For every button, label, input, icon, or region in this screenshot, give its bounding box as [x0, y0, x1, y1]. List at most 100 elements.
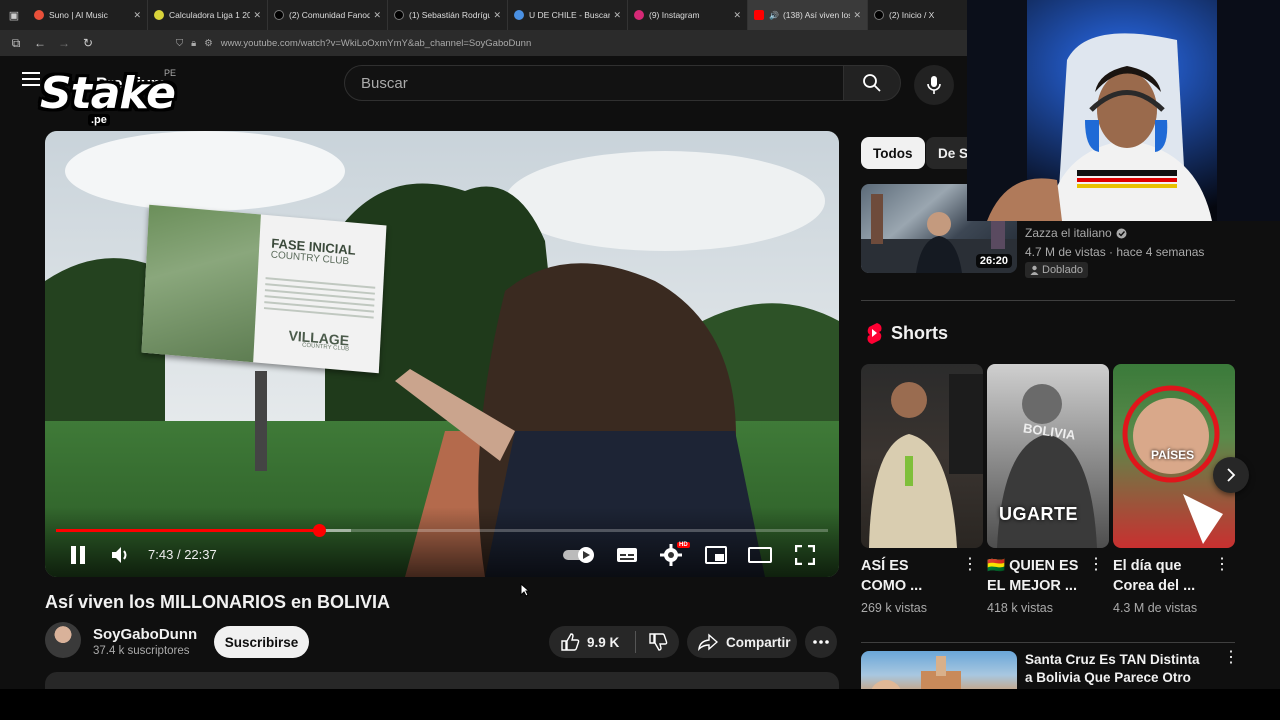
dubbed-icon — [1030, 265, 1039, 275]
lock-icon[interactable]: 🔒︎ — [191, 38, 196, 49]
short-menu-icon[interactable]: ⋮ — [1088, 557, 1104, 582]
share-button[interactable]: Compartir — [687, 626, 797, 658]
shorts-next-button[interactable] — [1213, 457, 1249, 493]
related-video-meta: 4.7 M de vistas · hace 4 semanas — [1025, 245, 1205, 259]
short-menu-icon[interactable]: ⋮ — [1214, 557, 1230, 582]
short-caption: UGARTE — [999, 504, 1078, 524]
browser-tab-active[interactable]: 🔊(138) Así viven los MIL✕ — [748, 0, 868, 30]
audio-icon[interactable]: 🔊 — [769, 11, 779, 20]
microphone-icon — [927, 76, 941, 94]
dubbed-badge: Doblado — [1025, 262, 1088, 278]
volume-icon — [112, 547, 127, 563]
browser-tab[interactable]: Calculadora Liga 1 2024✕ — [148, 0, 268, 30]
related-channel-name: Zazza el italiano — [1025, 226, 1112, 240]
close-tab-icon[interactable]: ✕ — [133, 10, 141, 21]
close-tab-icon[interactable]: ✕ — [373, 10, 381, 21]
fullscreen-icon — [795, 545, 815, 565]
search-button[interactable] — [843, 65, 901, 101]
short-views: 269 k vistas — [861, 601, 928, 615]
subtitles-icon — [617, 548, 637, 562]
voice-search-button[interactable] — [914, 65, 954, 105]
youtube-header: Premium PE Stake .pe Buscar — [0, 56, 970, 126]
total-time: 22:37 — [184, 547, 217, 562]
browser-tab[interactable]: U DE CHILE - Buscar con✕ — [508, 0, 628, 30]
autoplay-toggle[interactable] — [562, 543, 596, 567]
forward-icon[interactable]: → — [52, 36, 76, 50]
subscribe-button[interactable]: Suscribirse — [214, 626, 309, 658]
mute-button[interactable] — [109, 543, 133, 567]
pause-button[interactable] — [67, 543, 89, 567]
short-card-thumbnail[interactable]: PAÍSES — [1113, 364, 1235, 548]
tab-actions-icon[interactable]: ▣ — [0, 0, 28, 30]
like-button[interactable]: 9.9 K — [549, 632, 635, 652]
like-dislike-group: 9.9 K — [549, 626, 679, 658]
search-input[interactable]: Buscar — [344, 65, 844, 101]
progress-bar[interactable] — [56, 524, 828, 537]
search-icon — [863, 74, 881, 92]
more-actions-button[interactable] — [805, 626, 837, 658]
browser-tab[interactable]: Suno | AI Music ✕ — [28, 0, 148, 30]
verified-icon — [1116, 228, 1127, 238]
sidebar-toggle-icon[interactable]: ⧉ — [4, 36, 28, 51]
close-tab-icon[interactable]: ✕ — [253, 10, 261, 21]
short-title[interactable]: El día que Corea del ... — [1113, 556, 1203, 596]
time-display: 7:43 / 22:37 — [148, 547, 217, 562]
stake-overlay-logo: Stake — [40, 68, 176, 119]
theater-mode-button[interactable] — [748, 543, 772, 567]
short-image — [869, 374, 983, 548]
thumbs-down-icon — [648, 633, 667, 651]
back-icon[interactable]: ← — [28, 36, 52, 50]
webcam-feed — [967, 0, 1280, 221]
share-icon — [698, 633, 718, 651]
x-logo-icon — [274, 10, 284, 20]
related-menu-icon[interactable]: ⋮ — [1223, 650, 1239, 675]
address-bar[interactable]: ⛉ 🔒︎ ⚙︎ www.youtube.com/watch?v=WkiLoOxm… — [176, 34, 531, 52]
channel-avatar[interactable] — [45, 622, 81, 658]
hd-badge: HD — [677, 542, 690, 548]
dislike-button[interactable] — [636, 632, 679, 652]
short-card-thumbnail[interactable] — [861, 364, 983, 548]
taskbar-strip — [0, 689, 1280, 720]
theater-icon — [748, 547, 772, 563]
channel-name[interactable]: SoyGaboDunn — [93, 626, 197, 643]
billboard-aerial-photo — [141, 204, 261, 363]
subtitles-button[interactable] — [615, 543, 639, 567]
chip-all[interactable]: Todos — [861, 137, 925, 169]
menu-icon[interactable] — [22, 72, 40, 86]
browser-tab[interactable]: (9) Instagram ✕ — [628, 0, 748, 30]
short-views: 418 k vistas — [987, 601, 1054, 615]
billboard-amenities — [263, 273, 376, 323]
x-logo-icon — [394, 10, 404, 20]
related-channel[interactable]: Zazza el italiano — [1025, 226, 1127, 240]
fullscreen-button[interactable] — [793, 543, 817, 567]
reload-icon[interactable]: ↻ — [76, 36, 100, 50]
youtube-favicon-icon — [754, 10, 764, 20]
short-menu-icon[interactable]: ⋮ — [962, 557, 978, 582]
short-title[interactable]: ASÍ ES COMO ... — [861, 556, 951, 596]
browser-tab[interactable]: (2) Comunidad Fanodepe✕ — [268, 0, 388, 30]
chevron-right-icon — [1227, 468, 1236, 482]
dubbed-label: Doblado — [1042, 264, 1083, 276]
stake-overlay-domain: .pe — [88, 114, 110, 126]
short-card-thumbnail[interactable]: BOLIVIA UGARTE — [987, 364, 1109, 548]
short-title[interactable]: 🇧🇴 QUIEN ES EL MEJOR ... — [987, 556, 1079, 596]
thumbs-up-icon — [561, 633, 580, 651]
site-settings-icon[interactable]: ⚙︎ — [204, 38, 213, 49]
section-divider — [861, 300, 1235, 301]
share-label: Compartir — [726, 634, 791, 650]
video-player[interactable]: FASE INICIAL COUNTRY CLUB VILLAGE COUNTR… — [45, 131, 839, 577]
short-views: 4.3 M de vistas — [1113, 601, 1198, 615]
billboard: FASE INICIAL COUNTRY CLUB VILLAGE COUNTR… — [141, 204, 387, 374]
favicon-icon — [154, 10, 164, 20]
subscriber-count: 37.4 k suscriptores — [93, 645, 190, 657]
close-tab-icon[interactable]: ✕ — [613, 10, 621, 21]
video-title: Así viven los MILLONARIOS en BOLIVIA — [45, 592, 391, 612]
close-tab-icon[interactable]: ✕ — [733, 10, 741, 21]
shield-icon[interactable]: ⛉ — [176, 38, 183, 49]
browser-tab[interactable]: (1) Sebastián Rodríguez✕ — [388, 0, 508, 30]
miniplayer-button[interactable] — [704, 543, 728, 567]
section-divider — [861, 642, 1235, 643]
close-tab-icon[interactable]: ✕ — [853, 10, 861, 21]
video-duration: 26:20 — [975, 254, 1012, 268]
close-tab-icon[interactable]: ✕ — [493, 10, 501, 21]
